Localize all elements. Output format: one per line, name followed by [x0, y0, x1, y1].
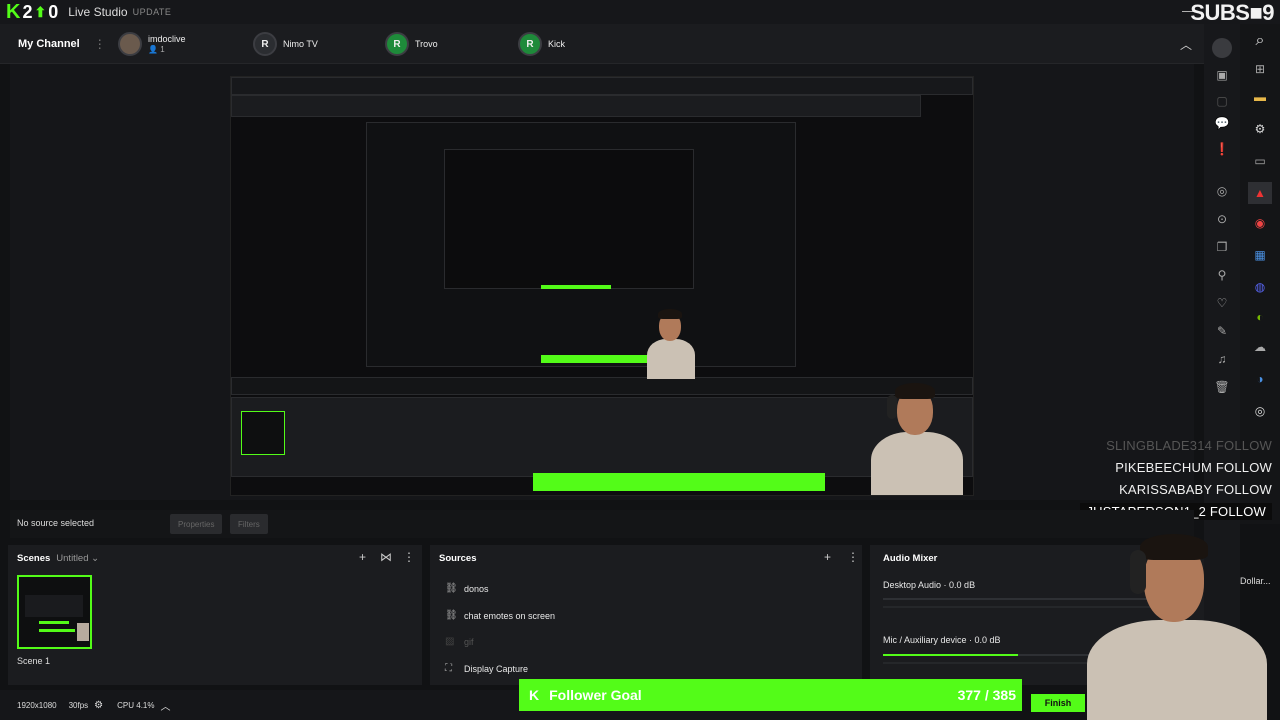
up-arrow-icon: ⬆	[34, 3, 47, 20]
properties-button[interactable]: Properties	[170, 514, 223, 534]
heart-icon[interactable]: ♡	[1213, 294, 1231, 312]
avatar	[118, 32, 142, 56]
source-item[interactable]: ⛓ chat emotes on screen	[445, 610, 555, 621]
add-source-icon[interactable]: +	[824, 550, 831, 564]
display-icon: ⛶	[445, 663, 452, 674]
discord-icon[interactable]: ◍	[1251, 278, 1269, 296]
trash-icon[interactable]: 🗑	[1213, 378, 1231, 396]
finish-button[interactable]: Finish	[1031, 694, 1085, 712]
app-title: Live Studio	[68, 5, 128, 19]
obs-icon[interactable]: ◎	[1251, 402, 1269, 420]
source-toolbar: No source selected Properties Filters	[10, 510, 1194, 538]
tag-icon[interactable]: ✎	[1213, 322, 1231, 340]
search-icon[interactable]: ⌕	[1251, 32, 1269, 50]
viewer-count: 👤 1	[148, 45, 165, 54]
store-icon[interactable]: ▦	[1251, 246, 1269, 264]
steam-icon[interactable]: ◑	[1251, 370, 1269, 388]
platform-trovo[interactable]: R Trovo	[385, 32, 438, 56]
nvidia-icon[interactable]: ◐	[1251, 308, 1269, 326]
nested-webcam-figure-2	[639, 305, 701, 379]
link-icon: ⛓	[445, 610, 458, 621]
trovo-avatar: R	[385, 32, 409, 56]
follower-goal-label: Follower Goal	[549, 687, 642, 703]
platform-nimo-tv[interactable]: R Nimo TV	[253, 32, 318, 56]
nested-goal-bar-3	[541, 285, 611, 289]
alert-icon[interactable]: ❗	[1213, 140, 1231, 158]
webcam-icon[interactable]: ⊙	[1213, 210, 1231, 228]
image-icon: ▨	[445, 636, 455, 647]
chevron-up-icon[interactable]: ︿	[161, 698, 171, 713]
my-channel-label[interactable]: My Channel	[18, 38, 80, 50]
update-label[interactable]: UPDATE	[133, 7, 172, 17]
transition-icon[interactable]: ⋈	[380, 550, 392, 564]
platform-name: Trovo	[415, 39, 438, 49]
platform-kick[interactable]: R Kick	[518, 32, 565, 56]
nested-channelbar	[231, 95, 921, 117]
stream-preview-canvas[interactable]	[230, 76, 974, 496]
scene-collection-dropdown[interactable]: Untitled ⌄	[56, 553, 99, 564]
cloud-icon[interactable]: ☁	[1251, 338, 1269, 356]
kick-logo-icon: K	[529, 687, 540, 703]
cpu-label: CPU 4.1%	[117, 700, 155, 710]
nested-scene-thumb	[241, 411, 285, 455]
chat-icon[interactable]: 💬	[1213, 114, 1231, 132]
app-logo: K 2 ⬆ 0	[6, 0, 59, 23]
chrome-icon[interactable]: ◉	[1251, 214, 1269, 232]
sources-title: Sources	[439, 553, 477, 564]
filters-button[interactable]: Filters	[230, 514, 268, 534]
mixer-channel-mic: Mic / Auxiliary device · 0.0 dB	[883, 635, 1001, 645]
no-source-label: No source selected	[17, 518, 95, 528]
nested-webcam-figure	[861, 377, 971, 495]
nimo-avatar: R	[253, 32, 277, 56]
link-icon: ⛓	[445, 583, 458, 594]
gear-icon[interactable]: ⚙	[94, 700, 103, 711]
kick-logo-icon: K	[6, 0, 21, 23]
follower-goal-count: 377 / 385	[957, 687, 1016, 703]
audio-mixer-title: Audio Mixer	[883, 553, 938, 564]
folder-icon[interactable]: ▬	[1251, 88, 1269, 106]
app-red-icon[interactable]: ▲	[1248, 182, 1272, 204]
platform-name: imdoclive	[148, 34, 186, 44]
nested-titlebar	[231, 77, 973, 95]
kebab-menu-icon[interactable]: ⋮	[94, 37, 106, 51]
sources-menu-icon[interactable]: ⋮	[847, 550, 859, 564]
webcam-figure	[1082, 520, 1272, 720]
source-item[interactable]: ⛶ Display Capture	[445, 663, 528, 674]
profile-avatar-icon[interactable]	[1212, 38, 1232, 58]
follower-goal-bar: K Follower Goal 377 / 385	[519, 679, 1022, 711]
platform-name: Nimo TV	[283, 39, 318, 49]
music-icon[interactable]: ♫	[1213, 350, 1231, 368]
platform-imdoclive[interactable]: imdoclive 👤 1	[118, 32, 186, 56]
nested-preview-inner	[444, 149, 694, 289]
gear-icon[interactable]: ⚙	[1251, 120, 1269, 138]
nested-goal-bar	[533, 473, 825, 491]
window-icon[interactable]: ▢	[1213, 92, 1231, 110]
collapse-chevron-icon[interactable]: ︿	[1180, 36, 1192, 53]
camera-icon[interactable]: ◎	[1213, 182, 1231, 200]
resolution-label: 1920x1080	[17, 700, 57, 710]
subs-counter: SUBS■9	[1190, 0, 1274, 25]
channel-bar: My Channel ⋮ imdoclive 👤 1 R Nimo TV R T…	[0, 24, 1204, 64]
fps-label: 30fps	[68, 700, 89, 710]
monitor-icon[interactable]: ▭	[1251, 152, 1269, 170]
side-widget-label[interactable]: Dollar...	[1240, 576, 1271, 586]
scene-thumbnail[interactable]	[17, 575, 92, 649]
scenes-menu-icon[interactable]: ⋮	[403, 550, 415, 564]
platform-name: Kick	[548, 39, 566, 49]
source-item[interactable]: ⛓ donos	[445, 583, 489, 594]
scenes-title: Scenes Untitled ⌄	[17, 553, 100, 564]
copy-icon[interactable]: ❐	[1213, 238, 1231, 256]
scene-label[interactable]: Scene 1	[17, 656, 50, 666]
title-bar: K 2 ⬆ 0 Live Studio UPDATE — SUBS■9	[0, 0, 1280, 25]
mixer-channel-desktop: Desktop Audio · 0.0 dB	[883, 580, 976, 590]
wand-icon[interactable]: ⚲	[1213, 266, 1231, 284]
layout-icon[interactable]: ⊞	[1251, 60, 1269, 78]
follow-event: PIKEBEECHUM FOLLOW	[1115, 460, 1272, 475]
follow-event: SLINGBLADE314 FOLLOW	[1106, 438, 1272, 453]
kick-avatar: R	[518, 32, 542, 56]
dashboard-icon[interactable]: ▣	[1213, 66, 1231, 84]
follow-event: KARISSABABY FOLLOW	[1119, 482, 1272, 497]
source-item[interactable]: ▨ gif	[445, 636, 474, 647]
add-scene-icon[interactable]: +	[359, 550, 366, 564]
